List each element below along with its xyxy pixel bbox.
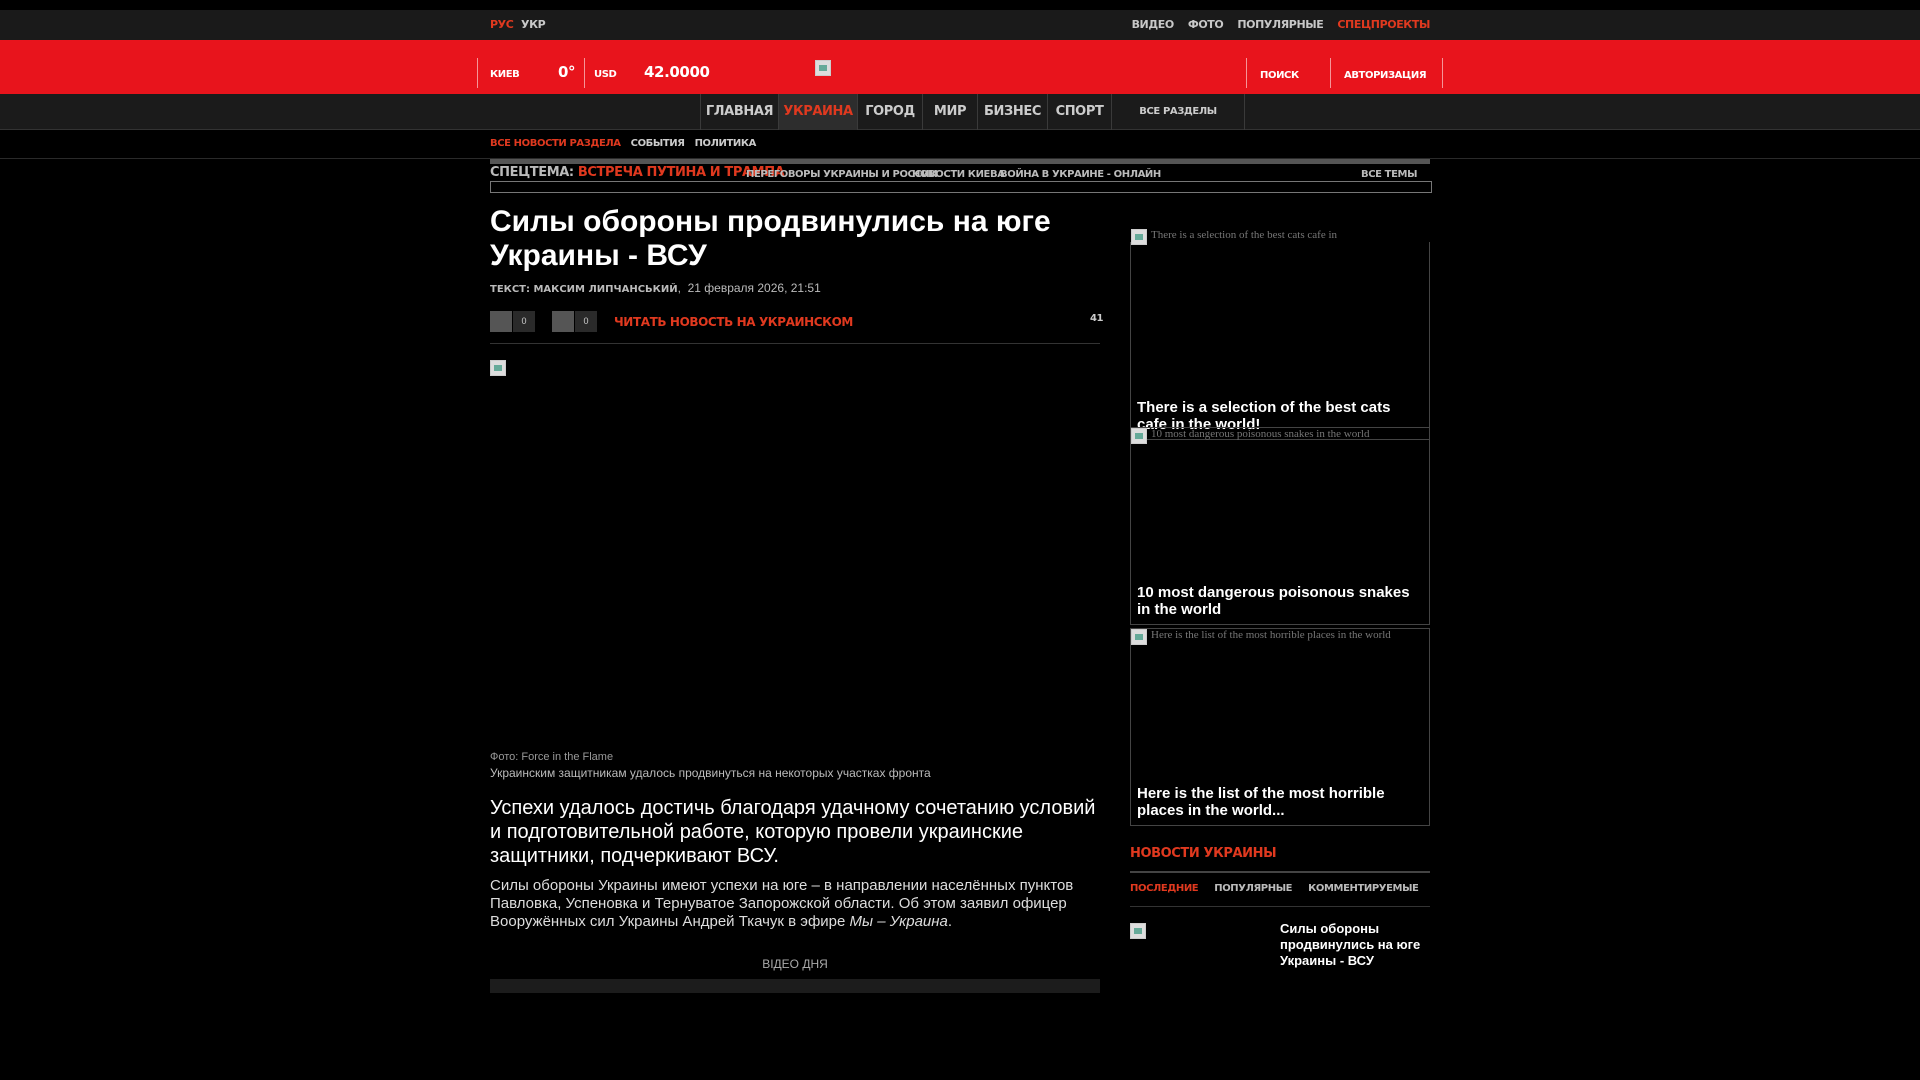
promo-card[interactable]: 10 most dangerous poisonous snakes in th… [1130,427,1430,625]
nav-item-business[interactable]: БИЗНЕС [977,94,1047,130]
source-link[interactable]: Мы – Украина [850,913,948,930]
image-alt-text: 10 most dangerous poisonous snakes in th… [1151,428,1370,440]
photo-caption: Украинским защитникам удалось продвинуть… [490,766,931,780]
lang-ua-link[interactable]: УКР [521,18,546,31]
image-placeholder-icon [1131,229,1147,245]
article-author[interactable]: ТЕКСТ: МАКСИМ ЛИПЧАНСЬКИЙ [490,284,678,295]
promo-card[interactable]: There is a selection of the best cats ca… [1130,229,1430,440]
divider [1246,58,1247,88]
image-alt-text: There is a selection of the best cats ca… [1151,229,1338,241]
top-link-popular[interactable]: ПОПУЛЯРНЫЕ [1237,18,1323,31]
currency-label[interactable]: USD [594,69,617,80]
divider [1330,58,1331,88]
nav-item-world[interactable]: МИР [922,94,977,130]
divider [584,58,585,88]
special-theme-box [490,181,1432,193]
nav-all-sections[interactable]: ВСЕ РАЗДЕЛЫ [1111,94,1245,130]
tab-latest[interactable]: ПОСЛЕДНИЕ [1130,883,1199,894]
nav-item-ukraine[interactable]: УКРАИНА [778,94,857,130]
nav-item-city[interactable]: ГОРОД [857,94,922,130]
section-subnav: ВСЕ НОВОСТИ РАЗДЕЛА СОБЫТИЯ ПОЛИТИКА [490,138,756,149]
divider [490,343,1100,344]
read-in-ukrainian-link[interactable]: ЧИТАТЬ НОВОСТЬ НА УКРАИНСКОМ [614,315,853,329]
video-of-day-label: ВІДЕО ДНЯ [762,957,828,971]
subnav-all-news[interactable]: ВСЕ НОВОСТИ РАЗДЕЛА [490,138,621,149]
header-band [0,40,1920,94]
top-links: ВИДЕО ФОТО ПОПУЛЯРНЫЕ СПЕЦПРОЕКТЫ [1132,18,1431,31]
image-placeholder-icon [1131,428,1147,444]
news-headline-link[interactable]: Силы обороны продвинулись на юге Украины… [1280,921,1430,969]
article-title: Силы обороны продвинулись на юге Украины… [490,205,1051,272]
divider [477,58,478,88]
video-player[interactable] [490,979,1100,993]
views-count: 41 [1090,313,1104,324]
theme-link-war-online[interactable]: ВОЙНА В УКРАИНЕ - ОНЛАЙН [1000,169,1161,180]
share-facebook-icon[interactable] [490,311,512,332]
article-date: 21 февраля 2026, 21:51 [687,281,821,295]
lang-ru-link[interactable]: РУС [490,18,514,31]
article-lead: Успехи удалось достичь благодаря удачном… [490,797,1096,867]
special-theme-bar [490,159,1430,164]
top-strip [0,10,1920,40]
promo-title[interactable]: Here is the list of the most horrible pl… [1137,785,1422,819]
divider [1130,871,1430,873]
share-twitter-icon[interactable] [552,311,574,332]
theme-link-all[interactable]: ВСЕ ТЕМЫ [1361,169,1417,180]
search-button[interactable]: ПОИСК [1260,70,1299,81]
divider [1130,906,1430,907]
image-placeholder-icon [1131,629,1147,645]
theme-link-kyiv-news[interactable]: НОВОСТИ КИЕВА [912,169,1005,180]
special-theme: СПЕЦТЕМА: ВСТРЕЧА ПУТИНА И ТРАМПА [490,165,785,180]
article-meta: ТЕКСТ: МАКСИМ ЛИПЧАНСЬКИЙ, 21 февраля 20… [490,281,821,295]
subnav-politics[interactable]: ПОЛИТИКА [695,138,757,149]
promo-title[interactable]: 10 most dangerous poisonous snakes in th… [1137,584,1422,618]
weather-city[interactable]: КИЕВ [490,69,520,80]
top-link-specprojects[interactable]: СПЕЦПРОЕКТЫ [1337,18,1430,31]
news-thumbnail[interactable] [1130,923,1146,939]
divider [1442,58,1443,88]
article-body: Силы обороны Украины имеют успехи на юге… [490,877,1074,930]
subnav-events[interactable]: СОБЫТИЯ [631,138,685,149]
sidebar-title[interactable]: НОВОСТИ УКРАИНЫ [1130,846,1277,861]
top-link-video[interactable]: ВИДЕО [1132,18,1175,31]
tab-commented[interactable]: КОММЕНТИРУЕМЫЕ [1308,883,1419,894]
sidebar-tabs: ПОСЛЕДНИЕ ПОПУЛЯРНЫЕ КОММЕНТИРУЕМЫЕ [1130,883,1419,894]
login-button[interactable]: АВТОРИЗАЦИЯ [1344,70,1427,81]
share-count: 0 [513,311,535,332]
tab-popular[interactable]: ПОПУЛЯРНЫЕ [1214,883,1292,894]
image-alt-text: Here is the list of the most horrible pl… [1151,629,1391,641]
promo-card[interactable]: Here is the list of the most horrible pl… [1130,628,1430,826]
nav-item-sport[interactable]: СПОРТ [1047,94,1111,130]
article-image [490,360,506,376]
weather-temperature: 0° [558,63,576,81]
nav-item-main[interactable]: ГЛАВНАЯ [700,94,778,130]
theme-link-negotiations[interactable]: ПЕРЕГОВОРЫ УКРАИНЫ И РОССИИ [746,169,938,180]
top-link-photo[interactable]: ФОТО [1188,18,1224,31]
share-count: 0 [575,311,597,332]
site-logo-icon[interactable] [815,60,831,76]
photo-credit: Фото: Force in the Flame [490,751,614,763]
currency-rate: 42.0000 [644,63,710,81]
